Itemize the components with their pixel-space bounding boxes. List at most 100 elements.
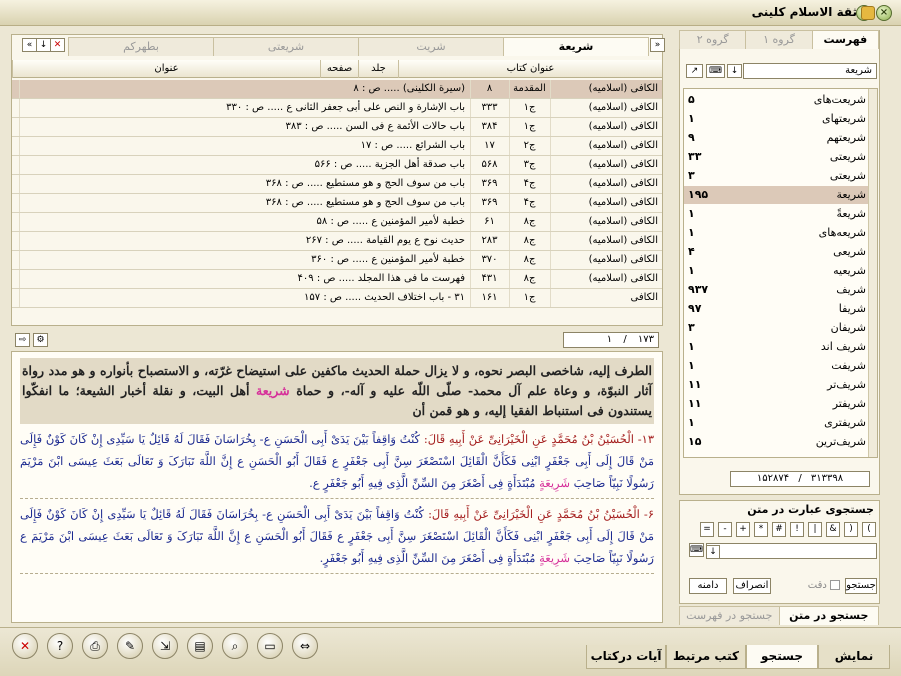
tab-doc-3[interactable]: شریت [358, 37, 504, 56]
table-row[interactable]: الکافی ج‌۱ ۱۶۱ ۳۱ - باب اختلاف الحدیث .....… [12, 289, 662, 308]
table-row[interactable]: الکافی (اسلامیه) المقدمة ۸ (سیرة الکلینی) .… [12, 80, 662, 99]
col-page[interactable]: صفحه [320, 60, 358, 78]
col-book[interactable]: عنوان کتاب [398, 60, 662, 78]
filter-small-icon[interactable]: ↓ [706, 545, 720, 559]
tab-index[interactable]: فهرست [811, 30, 879, 49]
help-icon[interactable]: ? [47, 633, 73, 659]
split-icon[interactable]: ⇔ [292, 633, 318, 659]
operator-key[interactable]: * [754, 522, 768, 537]
tab-search-text[interactable]: جستجو در متن [778, 606, 879, 625]
tab-doc-1[interactable]: بطهرکم [68, 37, 214, 56]
col-volume[interactable]: جلد [358, 60, 398, 78]
table-row[interactable]: الکافی (اسلامیه) ج‌۸ ۶۱ خطبة لأمیر المؤمنین… [12, 213, 662, 232]
list-item-count: ۱ [688, 340, 695, 353]
tab-search-index[interactable]: جستجو در فهرست [679, 606, 780, 625]
table-row[interactable]: الکافی (اسلامیه) ج‌۸ ۴۳۱ فهرست ما فی هذا ال… [12, 270, 662, 289]
next-arrow-icon[interactable]: ⇨ [15, 333, 30, 347]
close-tab-icon[interactable]: ✕ [50, 38, 65, 52]
operator-key[interactable]: ! [790, 522, 804, 537]
table-row[interactable]: الکافی (اسلامیه) ج‌۴ ۳۶۹ باب من سوف الحج و … [12, 194, 662, 213]
list-item[interactable]: شریعتهم ۹ [684, 129, 870, 147]
list-item[interactable]: شریفتر ۱۱ [684, 395, 870, 413]
list-item[interactable]: شریعتی ۳۳ [684, 148, 870, 166]
tab-verses[interactable]: آیات درکتاب [586, 645, 666, 669]
list-item[interactable]: شریفت ۱ [684, 357, 870, 375]
list-item[interactable]: شریفا ۹۷ [684, 300, 870, 318]
list-item-label: شریفت [831, 359, 866, 372]
tab-doc-2[interactable]: شریعتی [213, 37, 359, 56]
close-window-icon[interactable]: × [876, 5, 892, 21]
print-icon[interactable]: ⎙ [82, 633, 108, 659]
operator-key[interactable]: + [736, 522, 750, 537]
cell-volume: ج‌۲ [509, 137, 549, 155]
open-item-icon[interactable]: ↗ [686, 64, 703, 78]
list-item[interactable]: شریف ۹۳۷ [684, 281, 870, 299]
tab-group-2[interactable]: گروه ۲ [679, 30, 747, 49]
cell-title: ۳۱ - باب اختلاف الحدیث ..... ص : ۱۵۷ [19, 289, 469, 307]
note-icon[interactable]: ▤ [187, 633, 213, 659]
operator-key[interactable]: ) [844, 522, 858, 537]
list-item[interactable]: شریف‌ترین ۱۵ [684, 433, 870, 451]
tab-group-1[interactable]: گروه ۱ [745, 30, 813, 49]
text-search-input[interactable] [706, 543, 877, 559]
close-icon[interactable]: ✕ [12, 633, 38, 659]
operator-key[interactable]: | [808, 522, 822, 537]
list-item[interactable]: شریفان ۳ [684, 319, 870, 337]
tab-display[interactable]: نمایش [818, 645, 890, 669]
operator-key[interactable]: = [700, 522, 714, 537]
list-item[interactable]: شریعةً ۱ [684, 205, 870, 223]
word-list-scrollbar[interactable] [868, 89, 877, 457]
export-icon[interactable]: ⇲ [152, 633, 178, 659]
col-title[interactable]: عنوان [12, 60, 320, 78]
tab-related-books[interactable]: کتب مرتبط [666, 645, 746, 669]
scope-button[interactable]: دامنه [689, 578, 727, 594]
hadith-2-keyword: شَرِیعَةٍ [539, 551, 571, 565]
operator-key[interactable]: ( [862, 522, 876, 537]
cell-book: الکافی (اسلامیه) [550, 118, 662, 136]
cancel-button[interactable]: انصراف [733, 578, 771, 594]
exact-check-box[interactable] [830, 580, 840, 590]
list-item[interactable]: شریعة ۱۹۵ [684, 186, 870, 204]
list-item[interactable]: شریف‌تر ۱۱ [684, 376, 870, 394]
table-row[interactable]: الکافی (اسلامیه) ج‌۱ ۳۳۳ باب الإشارة و النص… [12, 99, 662, 118]
list-item[interactable]: شریعتی ۳ [684, 167, 870, 185]
list-item[interactable]: شریعه‌های ۱ [684, 224, 870, 242]
list-item[interactable]: شریعیه ۱ [684, 262, 870, 280]
operator-key[interactable]: - [718, 522, 732, 537]
table-row[interactable]: الکافی (اسلامیه) ج‌۴ ۳۶۹ باب من سوف الحج و … [12, 175, 662, 194]
table-row[interactable]: الکافی (اسلامیه) ج‌۱ ۳۸۴ باب حالات الأئمة ع… [12, 118, 662, 137]
down-arrow-icon[interactable]: ↓ [36, 38, 51, 52]
list-item[interactable]: شریف اند ۱ [684, 338, 870, 356]
index-search-input[interactable]: شریعة [743, 63, 877, 79]
tab-search[interactable]: جستجو [746, 645, 818, 669]
nav-left-icon[interactable]: « [22, 38, 37, 52]
list-item[interactable]: شریعت‌های ۵ [684, 91, 870, 109]
list-item[interactable]: شریفتری ۱ [684, 414, 870, 432]
table-row[interactable]: الکافی (اسلامیه) ج‌۸ ۲۸۳ حدیث نوح ع یوم الق… [12, 232, 662, 251]
page-current: ۱ [606, 334, 613, 345]
tools-icon[interactable]: ⚙ [33, 333, 48, 347]
table-row[interactable]: الکافی (اسلامیه) ج‌۲ ۱۷ باب الشرائع ..... ص… [12, 137, 662, 156]
table-row[interactable]: الکافی (اسلامیه) ج‌۳ ۵۶۸ باب صدقة أهل الجزی… [12, 156, 662, 175]
app-icon [861, 6, 875, 20]
cell-volume: ج‌۴ [509, 194, 549, 212]
bookmark-icon[interactable]: ▭ [257, 633, 283, 659]
page-indicator[interactable]: ۱۷۳ / ۱ [563, 332, 659, 348]
operator-key[interactable]: # [772, 522, 786, 537]
find-icon[interactable]: ⌕ [222, 633, 248, 659]
list-item[interactable]: شریعی ۴ [684, 243, 870, 261]
tab-doc-4[interactable]: شریعة [503, 37, 649, 56]
list-item[interactable]: شریعتهای ۱ [684, 110, 870, 128]
list-item-count: ۹۷ [688, 302, 702, 315]
exact-checkbox[interactable]: دقت [806, 580, 840, 591]
table-row[interactable]: الکافی (اسلامیه) ج‌۸ ۳۷۰ خطبة لأمیر المؤمنی… [12, 251, 662, 270]
search-button[interactable]: جستجو [845, 578, 877, 594]
edit-icon[interactable]: ✎ [117, 633, 143, 659]
text-reader[interactable]: الطرف إلیه، شاخصی البصر نحوه، و لا یزال … [11, 351, 663, 623]
keyboard-small-icon[interactable]: ⌨ [689, 543, 704, 557]
operator-key[interactable]: & [826, 522, 840, 537]
nav-right-icon[interactable]: » [650, 38, 665, 52]
list-count-sep: / [798, 473, 802, 484]
keyboard-icon[interactable]: ⌨ [706, 64, 725, 78]
filter-arrow-icon[interactable]: ↓ [727, 64, 742, 78]
